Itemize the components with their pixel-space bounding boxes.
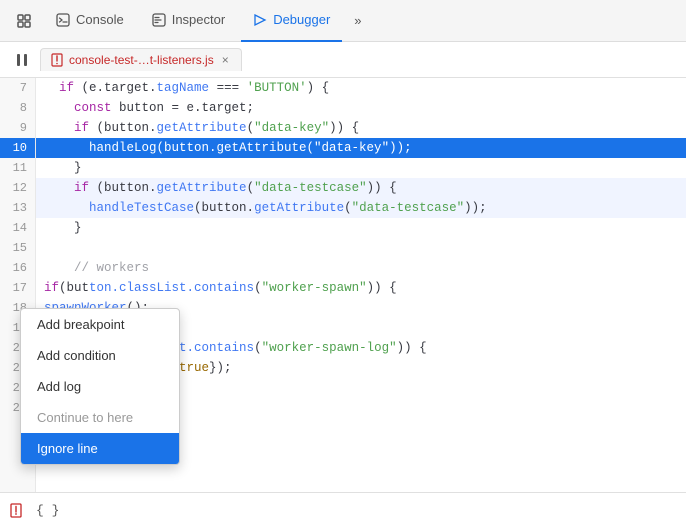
file-error-icon bbox=[51, 53, 63, 67]
code-line-7: if (e.target. tagName === 'BUTTON' ) { bbox=[36, 78, 686, 98]
line-num-11: 11 bbox=[0, 158, 35, 178]
code-editor: 7 8 9 10 11 12 13 14 15 16 17 18 19 20 2… bbox=[0, 78, 686, 492]
line-num-9: 9 bbox=[0, 118, 35, 138]
line-num-13: 13 bbox=[0, 198, 35, 218]
context-menu: Add breakpoint Add condition Add log Con… bbox=[20, 308, 180, 465]
menu-item-add-condition[interactable]: Add condition bbox=[21, 340, 179, 371]
tab-debugger-label: Debugger bbox=[273, 12, 330, 27]
line-num-7: 7 bbox=[0, 78, 35, 98]
code-line-12: if (button. getAttribute ( "data-testcas… bbox=[36, 178, 686, 198]
devtools-icon bbox=[16, 13, 32, 29]
menu-item-add-breakpoint[interactable]: Add breakpoint bbox=[21, 309, 179, 340]
file-tab[interactable]: console-test-…t-listeners.js × bbox=[40, 48, 242, 71]
code-line-9: if (button. getAttribute ( "data-key" ))… bbox=[36, 118, 686, 138]
code-line-8: const button = e.target; bbox=[36, 98, 686, 118]
code-line-14: } bbox=[36, 218, 686, 238]
tab-console[interactable]: Console bbox=[44, 0, 136, 42]
bottom-bracket-label: { } bbox=[36, 503, 59, 518]
line-num-10: 10 bbox=[0, 138, 35, 158]
file-tab-name: console-test-…t-listeners.js bbox=[69, 53, 214, 67]
code-line-17: if (button.classList.contains("worker-sp… bbox=[36, 278, 686, 298]
error-file-icon bbox=[10, 503, 26, 519]
code-line-15 bbox=[36, 238, 686, 258]
devtools-icon-btn[interactable] bbox=[8, 5, 40, 37]
line-num-15: 15 bbox=[0, 238, 35, 258]
menu-item-ignore-line[interactable]: Ignore line bbox=[21, 433, 179, 464]
line-num-17: 17 bbox=[0, 278, 35, 298]
inspector-icon bbox=[152, 13, 166, 27]
menu-item-add-log[interactable]: Add log bbox=[21, 371, 179, 402]
line-num-12: 12 bbox=[0, 178, 35, 198]
tab-inspector-label: Inspector bbox=[172, 12, 225, 27]
tab-console-label: Console bbox=[76, 12, 124, 27]
line-num-16: 16 bbox=[0, 258, 35, 278]
tab-inspector[interactable]: Inspector bbox=[140, 0, 237, 42]
bottom-bar: { } bbox=[0, 492, 686, 528]
tab-more[interactable]: » bbox=[346, 0, 369, 42]
debugger-icon bbox=[253, 13, 267, 27]
console-icon bbox=[56, 13, 70, 27]
code-line-16: // workers bbox=[36, 258, 686, 278]
bottom-error-icon[interactable] bbox=[8, 501, 28, 521]
tab-debugger[interactable]: Debugger bbox=[241, 0, 342, 42]
sub-toolbar: console-test-…t-listeners.js × bbox=[0, 42, 686, 78]
menu-item-continue-to-here: Continue to here bbox=[21, 402, 179, 433]
code-line-11: } bbox=[36, 158, 686, 178]
line-num-8: 8 bbox=[0, 98, 35, 118]
line-num-14: 14 bbox=[0, 218, 35, 238]
play-pause-btn[interactable] bbox=[8, 46, 36, 74]
file-tab-close-btn[interactable]: × bbox=[220, 53, 231, 67]
code-line-13: handleTestCase (button. getAttribute ( "… bbox=[36, 198, 686, 218]
code-line-10: handleLog(button.getAttribute("data-key"… bbox=[36, 138, 686, 158]
tab-more-label: » bbox=[354, 13, 361, 28]
main-toolbar: Console Inspector Debugger » bbox=[0, 0, 686, 42]
play-icon bbox=[15, 53, 29, 67]
